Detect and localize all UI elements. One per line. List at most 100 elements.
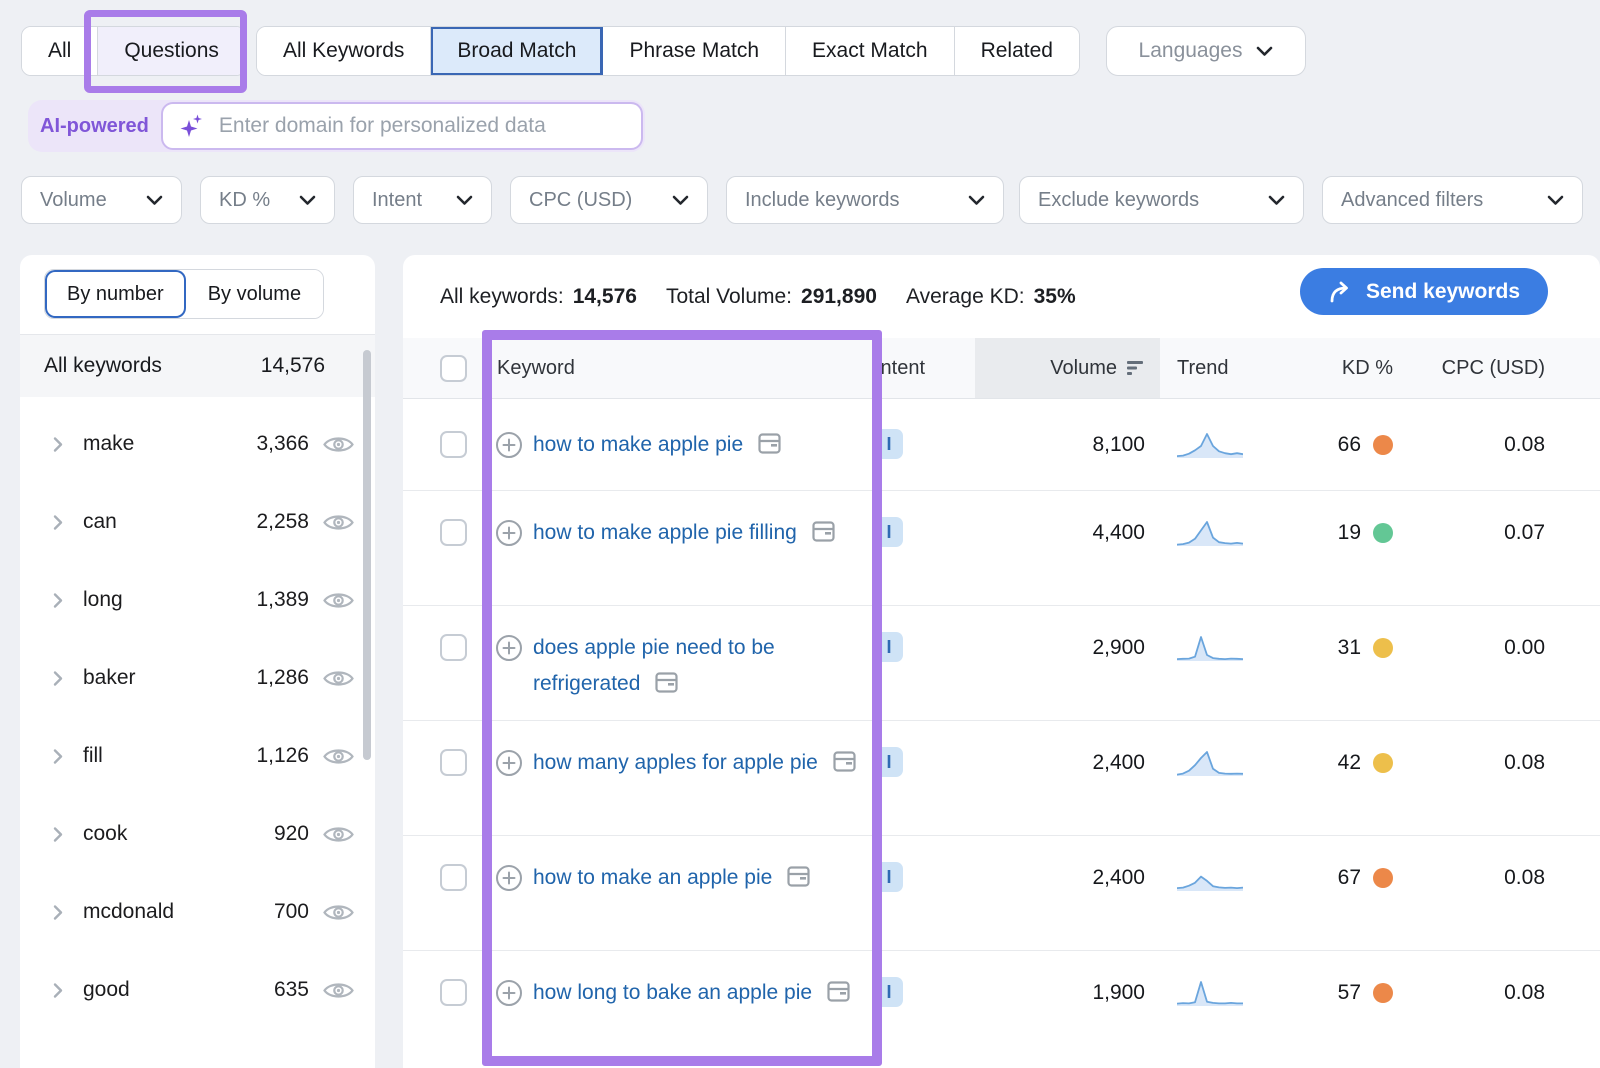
row-checkbox[interactable]: [440, 519, 467, 546]
add-keyword-icon[interactable]: [495, 519, 523, 547]
filter-intent[interactable]: Intent: [353, 176, 492, 224]
sparkle-icon: [179, 113, 205, 139]
domain-input[interactable]: Enter domain for personalized data: [161, 102, 643, 150]
sidebar-scrollbar[interactable]: [363, 350, 371, 760]
group-count: 1,389: [256, 588, 309, 612]
eye-icon[interactable]: [322, 823, 355, 846]
sidebar-group-make[interactable]: make 3,366: [20, 405, 375, 483]
tab-phrase-match[interactable]: Phrase Match: [603, 27, 786, 75]
eye-icon[interactable]: [322, 979, 355, 1002]
keyword-link[interactable]: how long to bake an apple pie: [533, 975, 850, 1011]
serp-features-icon: [758, 433, 781, 454]
tab-all-keywords[interactable]: All Keywords: [257, 27, 431, 75]
keyword-link[interactable]: how many apples for apple pie: [533, 745, 856, 781]
send-keywords-button[interactable]: Send keywords: [1300, 268, 1548, 315]
intent-badge[interactable]: I: [875, 517, 903, 547]
column-header-intent[interactable]: Intent: [875, 338, 975, 398]
chevron-down-icon: [1256, 46, 1273, 57]
filter-advanced-filters[interactable]: Advanced filters: [1322, 176, 1583, 224]
eye-icon[interactable]: [322, 511, 355, 534]
chevron-right-icon[interactable]: [53, 436, 63, 453]
languages-dropdown[interactable]: Languages: [1106, 26, 1306, 76]
column-header-cpc[interactable]: CPC (USD): [1397, 338, 1600, 398]
volume-value: 2,400: [1092, 860, 1145, 896]
intent-badge[interactable]: I: [875, 862, 903, 892]
keyword-groups-sidebar: By numberBy volume All keywords 14,576 m…: [20, 255, 375, 1068]
intent-badge[interactable]: I: [875, 747, 903, 777]
chevron-right-icon[interactable]: [53, 826, 63, 843]
sidebar-group-fill[interactable]: fill 1,126: [20, 717, 375, 795]
column-header-keyword[interactable]: Keyword: [495, 338, 875, 398]
sidebar-group-long[interactable]: long 1,389: [20, 561, 375, 639]
keyword-link[interactable]: how to make apple pie: [533, 427, 781, 463]
chevron-right-icon[interactable]: [53, 592, 63, 609]
group-label: good: [83, 978, 274, 1002]
trend-sparkline: [1177, 515, 1243, 551]
filter-include-keywords[interactable]: Include keywords: [726, 176, 1004, 224]
tab-questions[interactable]: Questions: [98, 27, 245, 75]
all-keywords-count: 14,576: [261, 354, 325, 378]
tab-all[interactable]: All: [22, 27, 98, 75]
serp-features-icon: [787, 866, 810, 887]
tab-broad-match[interactable]: Broad Match: [431, 27, 603, 75]
group-count: 920: [274, 822, 309, 846]
sidebar-group-cook[interactable]: cook 920: [20, 795, 375, 873]
add-keyword-icon[interactable]: [495, 864, 523, 892]
chevron-right-icon[interactable]: [53, 982, 63, 999]
intent-badge[interactable]: I: [875, 977, 903, 1007]
keyword-link[interactable]: does apple pie need to be refrigerated: [533, 630, 875, 702]
eye-icon[interactable]: [322, 589, 355, 612]
row-checkbox[interactable]: [440, 634, 467, 661]
filter-label: Volume: [40, 189, 107, 212]
chevron-right-icon[interactable]: [53, 904, 63, 921]
keyword-link[interactable]: how to make an apple pie: [533, 860, 810, 896]
filter-label: KD %: [219, 189, 270, 212]
add-keyword-icon[interactable]: [495, 431, 523, 459]
filter-kd[interactable]: KD %: [200, 176, 335, 224]
column-header-kd[interactable]: KD %: [1285, 338, 1397, 398]
all-keywords-row[interactable]: All keywords 14,576: [20, 335, 375, 397]
serp-features-icon: [655, 672, 678, 693]
filter-volume[interactable]: Volume: [21, 176, 182, 224]
row-how-to-make-apple-pie: how to make apple pie I 8,100 66 0.08: [403, 399, 1600, 491]
column-header-volume[interactable]: Volume: [975, 338, 1160, 398]
row-does-apple-pie-need-to-be-refrigerated: does apple pie need to be refrigerated I…: [403, 606, 1600, 721]
row-checkbox[interactable]: [440, 431, 467, 458]
chevron-down-icon: [146, 195, 163, 206]
eye-icon[interactable]: [322, 433, 355, 456]
toggle-by-number[interactable]: By number: [45, 270, 186, 318]
tab-exact-match[interactable]: Exact Match: [786, 27, 955, 75]
toggle-by-volume[interactable]: By volume: [186, 270, 323, 318]
stat-total-volume-value: 291,890: [801, 285, 877, 309]
chevron-right-icon[interactable]: [53, 748, 63, 765]
stat-all-keywords: All keywords: 14,576: [440, 285, 637, 309]
filter-cpc-usd[interactable]: CPC (USD): [510, 176, 708, 224]
row-checkbox[interactable]: [440, 749, 467, 776]
volume-value: 8,100: [1092, 427, 1145, 463]
row-checkbox[interactable]: [440, 864, 467, 891]
stat-total-volume: Total Volume: 291,890: [666, 285, 877, 309]
trend-sparkline: [1177, 860, 1243, 896]
add-keyword-icon[interactable]: [495, 979, 523, 1007]
column-header-trend[interactable]: Trend: [1160, 338, 1285, 398]
add-keyword-icon[interactable]: [495, 634, 523, 662]
row-checkbox[interactable]: [440, 979, 467, 1006]
trend-sparkline: [1177, 975, 1243, 1011]
keyword-link[interactable]: how to make apple pie filling: [533, 515, 835, 551]
eye-icon[interactable]: [322, 667, 355, 690]
chevron-right-icon[interactable]: [53, 514, 63, 531]
sidebar-group-good[interactable]: good 635: [20, 951, 375, 1029]
sidebar-group-baker[interactable]: baker 1,286: [20, 639, 375, 717]
stat-total-volume-label: Total Volume:: [666, 285, 792, 309]
sidebar-group-mcdonald[interactable]: mcdonald 700: [20, 873, 375, 951]
select-all-checkbox[interactable]: [440, 355, 467, 382]
intent-badge[interactable]: I: [875, 429, 903, 459]
intent-badge[interactable]: I: [875, 632, 903, 662]
eye-icon[interactable]: [322, 901, 355, 924]
sidebar-group-can[interactable]: can 2,258: [20, 483, 375, 561]
add-keyword-icon[interactable]: [495, 749, 523, 777]
chevron-right-icon[interactable]: [53, 670, 63, 687]
filter-exclude-keywords[interactable]: Exclude keywords: [1019, 176, 1304, 224]
eye-icon[interactable]: [322, 745, 355, 768]
tab-related[interactable]: Related: [955, 27, 1079, 75]
